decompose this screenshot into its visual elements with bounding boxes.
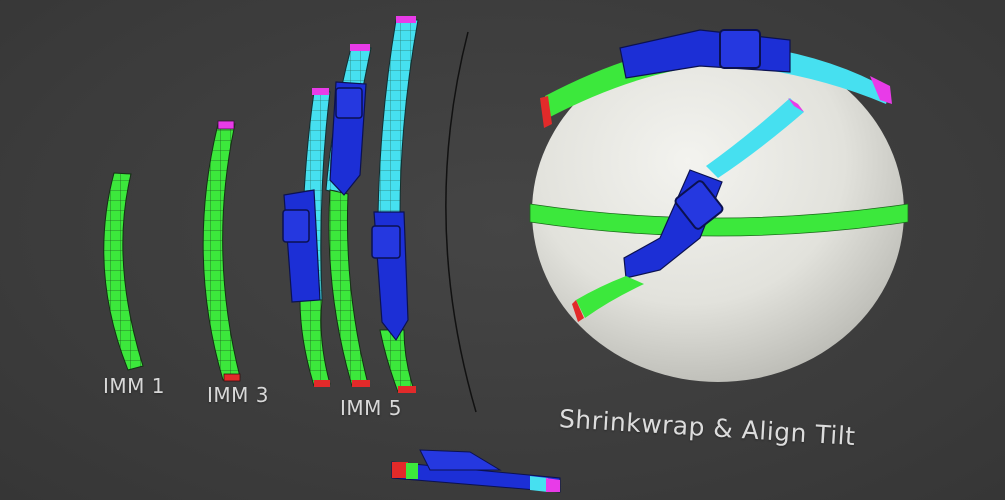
- sphere-model: [529, 29, 909, 382]
- label-imm3: IMM 3: [207, 383, 269, 407]
- strap-imm5-c: [371, 16, 419, 393]
- strap-imm5-a: [282, 88, 331, 387]
- strap-imm5-b: [325, 44, 372, 387]
- render-viewport: IMM 1 IMM 3 IMM 5 Shrinkwrap & Align Til…: [0, 0, 1005, 500]
- label-imm5: IMM 5: [340, 396, 402, 420]
- strap-flat: [391, 449, 561, 493]
- strap-imm3: [202, 120, 241, 382]
- strap-imm1: [103, 172, 144, 371]
- label-imm1: IMM 1: [103, 374, 165, 398]
- divider-line: [445, 31, 477, 413]
